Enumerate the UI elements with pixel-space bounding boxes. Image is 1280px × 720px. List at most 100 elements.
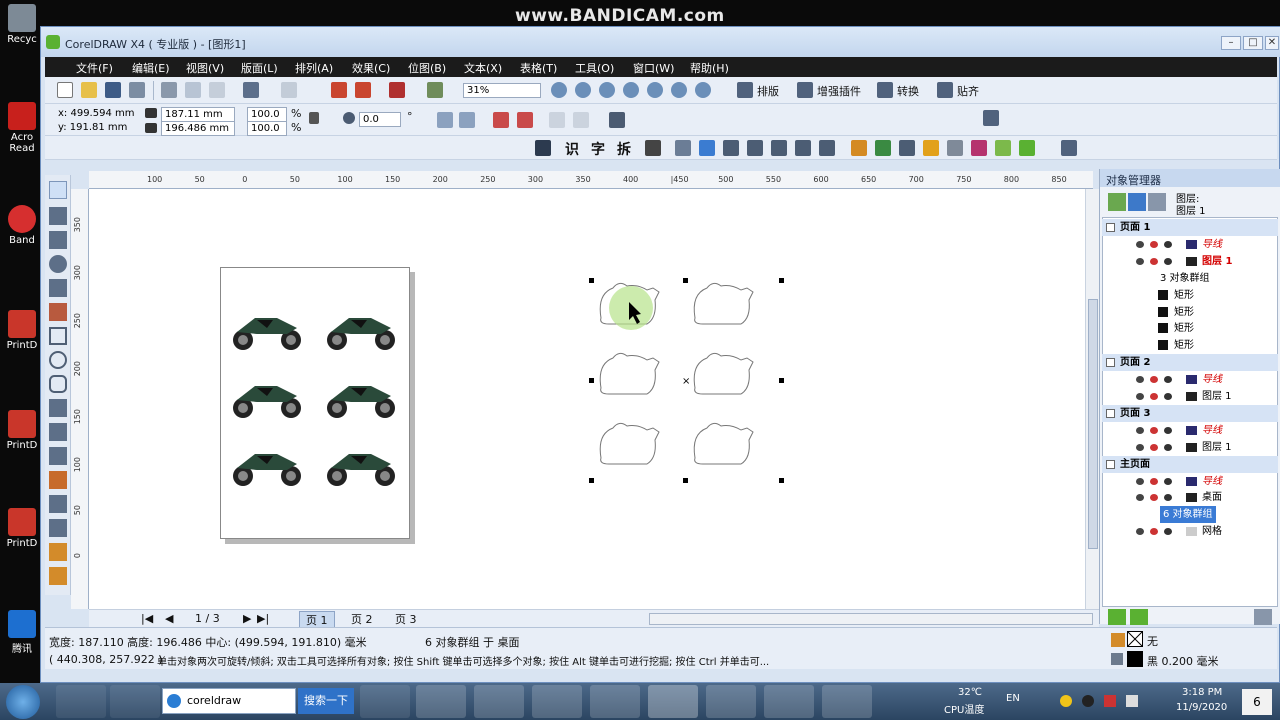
- paste-icon[interactable]: [209, 82, 225, 98]
- input-language[interactable]: EN: [1006, 693, 1020, 704]
- shape-tool-icon[interactable]: [49, 207, 67, 225]
- convert-to-curves-icon[interactable]: [609, 112, 625, 128]
- maximize-button[interactable]: □: [1243, 36, 1263, 50]
- tree-item[interactable]: 3 对象群组: [1102, 270, 1278, 287]
- print-toggle-icon[interactable]: [1150, 494, 1158, 502]
- motorcycle-image[interactable]: [321, 308, 401, 352]
- new-layer-icon[interactable]: [1108, 609, 1126, 625]
- horizontal-ruler[interactable]: 100 50 0 50 100 150 200 250 300 350 400 |450 500 550 6…: [89, 171, 1093, 189]
- tree-page-node[interactable]: 页面 3: [1102, 404, 1278, 422]
- tray-app-icon[interactable]: [1060, 695, 1072, 707]
- zoom-width-icon[interactable]: [671, 82, 687, 98]
- save-icon[interactable]: [105, 82, 121, 98]
- minimize-button[interactable]: –: [1221, 36, 1241, 50]
- qq-tray-icon[interactable]: [1082, 695, 1094, 707]
- plugin-icon[interactable]: [1019, 140, 1035, 156]
- zoom-page-icon[interactable]: [647, 82, 663, 98]
- align-icon[interactable]: [723, 140, 739, 156]
- group-icon[interactable]: [493, 112, 509, 128]
- tree-item[interactable]: 桌面: [1102, 489, 1278, 506]
- acrobat-desktop-icon[interactable]: Acro Read: [2, 102, 42, 154]
- eye-toggle-icon[interactable]: [1136, 393, 1144, 400]
- outline-tool-icon[interactable]: [49, 519, 67, 537]
- previous-page-button[interactable]: ◀: [165, 612, 173, 625]
- color-icon[interactable]: [851, 140, 867, 156]
- last-page-button[interactable]: ▶|: [257, 612, 269, 625]
- tree-item[interactable]: 6 对象群组: [1102, 506, 1278, 524]
- redo-icon[interactable]: [281, 82, 297, 98]
- zoom-all-icon[interactable]: [623, 82, 639, 98]
- lock-toggle-icon[interactable]: [1164, 376, 1172, 384]
- lock-toggle-icon[interactable]: [1164, 443, 1172, 451]
- menu-file[interactable]: 文件(F): [76, 60, 113, 76]
- print-toggle-icon[interactable]: [1150, 477, 1158, 485]
- welcome-screen-icon[interactable]: [427, 82, 443, 98]
- lock-toggle-icon[interactable]: [1164, 528, 1172, 536]
- print-toggle-icon[interactable]: [1150, 240, 1158, 248]
- text-format-icon[interactable]: [645, 140, 661, 156]
- scale-height-field[interactable]: 100.0: [247, 121, 287, 136]
- network-tray-icon[interactable]: [1104, 695, 1116, 707]
- convert-icon[interactable]: [877, 82, 893, 98]
- recognize-text-button[interactable]: 识: [565, 139, 579, 159]
- search-input[interactable]: coreldraw: [187, 694, 241, 707]
- ellipse-tool-icon[interactable]: [49, 351, 67, 369]
- eye-toggle-icon[interactable]: [1136, 443, 1144, 451]
- text-tool-icon[interactable]: [535, 140, 551, 156]
- split-text-button[interactable]: 拆: [617, 139, 631, 159]
- zoom-selected-icon[interactable]: [599, 82, 615, 98]
- eye-toggle-icon[interactable]: [1136, 477, 1144, 485]
- freehand-tool-icon[interactable]: [49, 279, 67, 297]
- fill-tool-icon[interactable]: [49, 543, 67, 561]
- motorcycle-image[interactable]: [321, 444, 401, 488]
- text-tool-icon[interactable]: [49, 423, 67, 441]
- mirror-vertical-icon[interactable]: [459, 112, 475, 128]
- image-icon[interactable]: [875, 140, 891, 156]
- print-toggle-icon[interactable]: [1150, 376, 1158, 384]
- lock-ratio-icon[interactable]: [309, 112, 319, 124]
- tree-item[interactable]: 导线: [1102, 473, 1278, 490]
- menu-arrange[interactable]: 排列(A): [295, 60, 333, 76]
- chrome-taskbar-icon[interactable]: [532, 685, 582, 718]
- printable-page[interactable]: [220, 267, 410, 539]
- tree-item[interactable]: 导线: [1102, 236, 1278, 253]
- recycle-bin-desktop-icon[interactable]: Recyc: [2, 4, 42, 45]
- print-toggle-icon[interactable]: [1150, 426, 1158, 434]
- lock-toggle-icon[interactable]: [1164, 240, 1172, 248]
- eye-toggle-icon[interactable]: [1136, 376, 1144, 384]
- ungroup-icon[interactable]: [517, 112, 533, 128]
- outline-color-swatch[interactable]: [1127, 651, 1143, 667]
- distribute-icon[interactable]: [747, 140, 763, 156]
- lock-toggle-icon[interactable]: [1164, 477, 1172, 485]
- eye-toggle-icon[interactable]: [1136, 257, 1144, 265]
- scale-width-field[interactable]: 100.0: [247, 107, 287, 122]
- drawing-canvas[interactable]: ×: [89, 189, 1085, 609]
- tree-item[interactable]: 矩形: [1102, 320, 1278, 337]
- tree-item[interactable]: 矩形: [1102, 304, 1278, 321]
- effects-icon[interactable]: [995, 140, 1011, 156]
- app-taskbar-icon[interactable]: [590, 685, 640, 718]
- plugin-convert-label[interactable]: 转换: [897, 83, 919, 99]
- lock-toggle-icon[interactable]: [1164, 426, 1172, 434]
- puzzle-taskbar-icon[interactable]: [110, 685, 160, 718]
- ie-browser-taskbar-icon[interactable]: [360, 685, 410, 718]
- menu-view[interactable]: 视图(V): [186, 60, 224, 76]
- printd-desktop-icon-1[interactable]: PrintD: [2, 310, 42, 351]
- object-height-field[interactable]: 196.486 mm: [161, 121, 235, 136]
- new-document-icon[interactable]: [57, 82, 73, 98]
- ie-taskbar-icon[interactable]: [56, 685, 106, 718]
- tree-item[interactable]: 矩形: [1102, 287, 1278, 304]
- no-fill-swatch[interactable]: [1127, 631, 1143, 647]
- copy-icon[interactable]: [185, 82, 201, 98]
- table-tool-icon[interactable]: [49, 447, 67, 465]
- open-folder-icon[interactable]: [81, 82, 97, 98]
- zoom-out-icon[interactable]: [575, 82, 591, 98]
- clock-date[interactable]: 11/9/2020: [1176, 702, 1227, 713]
- y-position-field[interactable]: y: 191.81 mm: [55, 121, 141, 136]
- print-icon[interactable]: [129, 82, 145, 98]
- rectangle-tool-icon[interactable]: [49, 327, 67, 345]
- layer-manager-view-icon[interactable]: [1128, 193, 1146, 211]
- zoom-in-icon[interactable]: [551, 82, 567, 98]
- clock-time[interactable]: 3:18 PM: [1182, 687, 1222, 698]
- menu-layout[interactable]: 版面(L): [241, 60, 278, 76]
